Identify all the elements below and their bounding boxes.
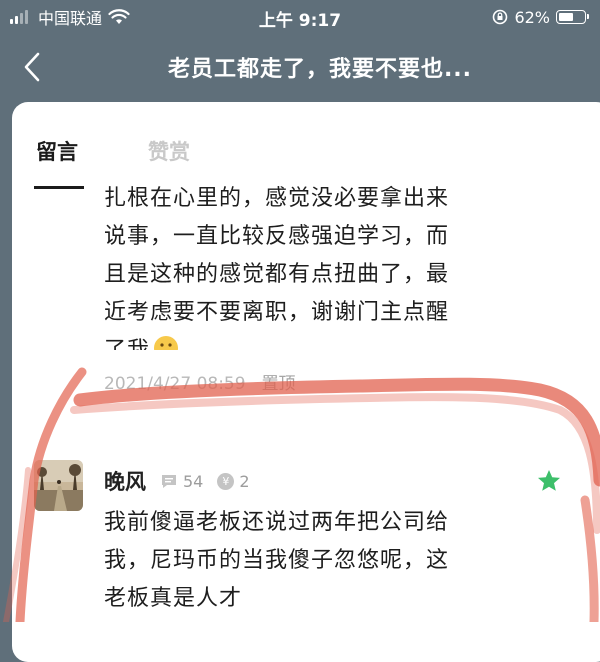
tab-rewards[interactable]: 赞赏: [148, 136, 190, 166]
message-line: 且是这种的感觉都有点扭曲了，最: [104, 262, 450, 287]
page-title: 老员工都走了，我要不要也...: [167, 57, 473, 82]
message-body: 扎根在心里的，感觉没必要拿出来 说事，一直比较反感强迫学习，而 且是这种的感觉都…: [104, 180, 504, 350]
comment-count[interactable]: 54: [160, 472, 203, 491]
star-icon[interactable]: [536, 468, 562, 494]
comment-body: 我前傻逼老板还说过两年把公司给 我，尼玛币的当我傻子忽悠呢，这 老板真是人才: [104, 504, 504, 618]
status-bar: 中国联通 上午 9:17 62%: [0, 0, 600, 34]
nav-bar: 老员工都走了，我要不要也...: [0, 34, 600, 100]
battery-percent: 62%: [514, 7, 550, 27]
pin-button[interactable]: 置顶: [262, 374, 296, 394]
comment-bubble-icon: [162, 475, 176, 488]
message-timestamp: 2021/4/27 08:59: [104, 374, 246, 394]
rotation-lock-icon: [493, 9, 508, 25]
tab-bar: 留言 赞赏: [12, 102, 600, 190]
message-line: 近考虑要不要离职，谢谢门主点醒: [104, 300, 450, 325]
thinking-face-icon: [154, 336, 179, 350]
username[interactable]: 晚风: [104, 466, 146, 496]
message-line-text: 了我: [104, 338, 150, 350]
battery-level: [559, 13, 573, 21]
comment-line: 我前傻逼老板还说过两年把公司给: [104, 510, 450, 535]
coin-icon: ¥: [217, 472, 235, 490]
battery-icon: [556, 10, 589, 24]
message-line: 扎根在心里的，感觉没必要拿出来: [104, 186, 450, 211]
back-button[interactable]: [18, 50, 48, 84]
active-tab-indicator: [34, 186, 84, 189]
comments-panel: 留言 赞赏 扎根在心里的，感觉没必要拿出来 说事，一直比较反感强迫学习，而 且是…: [12, 102, 600, 662]
status-right: 62%: [492, 6, 589, 28]
comment-header: 晚风 54 ¥ 2: [104, 466, 264, 496]
comment-line: 我，尼玛币的当我傻子忽悠呢，这: [104, 548, 450, 573]
comment-count-value: 54: [183, 471, 204, 491]
comment-line: 老板真是人才: [104, 586, 243, 611]
message-meta: 2021/4/27 08:59 置顶: [104, 369, 296, 394]
message-line: 说事，一直比较反感强迫学习，而: [104, 224, 450, 249]
message-line-last: 了我: [104, 332, 504, 350]
reward-count-value: 2: [239, 471, 250, 491]
reward-count[interactable]: ¥ 2: [217, 471, 250, 491]
avatar[interactable]: [34, 460, 83, 511]
tab-comments[interactable]: 留言: [36, 136, 78, 166]
